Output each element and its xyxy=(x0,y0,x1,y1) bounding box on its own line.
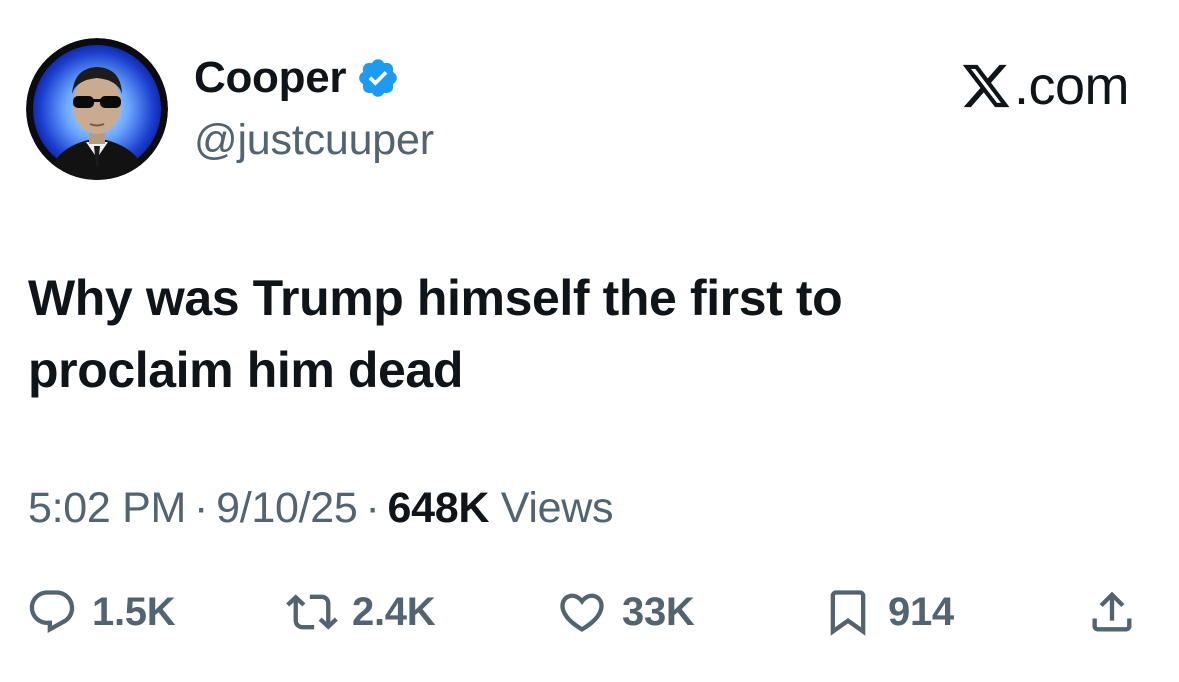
reply-icon xyxy=(29,590,75,634)
repost-count: 2.4K xyxy=(352,589,436,634)
tweet-meta: 5:02 PM · 9/10/25 · 648K Views xyxy=(28,480,613,536)
like-button[interactable]: 33K xyxy=(556,580,695,644)
tweet-date[interactable]: 9/10/25 xyxy=(216,484,358,532)
brand-domain: .com xyxy=(1013,56,1130,116)
repost-icon xyxy=(286,594,338,630)
meta-separator: · xyxy=(365,484,380,532)
heart-icon xyxy=(560,593,604,632)
tweet-text-line-1: Why was Trump himself the first to xyxy=(28,270,843,326)
author-name[interactable]: Cooper xyxy=(194,52,347,104)
share-icon xyxy=(1092,591,1132,632)
tweet-text-line-2: proclaim him dead xyxy=(28,342,463,398)
views-count: 648K xyxy=(387,484,490,532)
author-handle[interactable]: @justcuuper xyxy=(194,114,434,166)
brand-watermark: .com xyxy=(960,56,1130,116)
reply-count: 1.5K xyxy=(92,589,176,634)
bookmark-count: 914 xyxy=(888,589,954,634)
meta-separator: · xyxy=(194,484,209,532)
avatar[interactable] xyxy=(26,38,168,180)
share-button[interactable] xyxy=(1086,580,1138,644)
like-count: 33K xyxy=(622,589,695,634)
tweet-time[interactable]: 5:02 PM xyxy=(28,484,186,532)
action-bar: 1.5K 2.4K 33K 914 xyxy=(0,580,1179,650)
avatar-image xyxy=(26,38,168,180)
repost-button[interactable]: 2.4K xyxy=(286,580,436,644)
author-name-row[interactable]: Cooper xyxy=(194,52,400,104)
views-label: Views xyxy=(500,484,614,532)
bookmark-button[interactable]: 914 xyxy=(822,580,954,644)
bookmark-icon xyxy=(830,590,866,636)
tweet-text: Why was Trump himself the first to procl… xyxy=(28,262,1128,406)
reply-button[interactable]: 1.5K xyxy=(26,580,176,644)
x-logo-icon xyxy=(962,64,1010,108)
verified-badge-icon xyxy=(359,59,397,97)
